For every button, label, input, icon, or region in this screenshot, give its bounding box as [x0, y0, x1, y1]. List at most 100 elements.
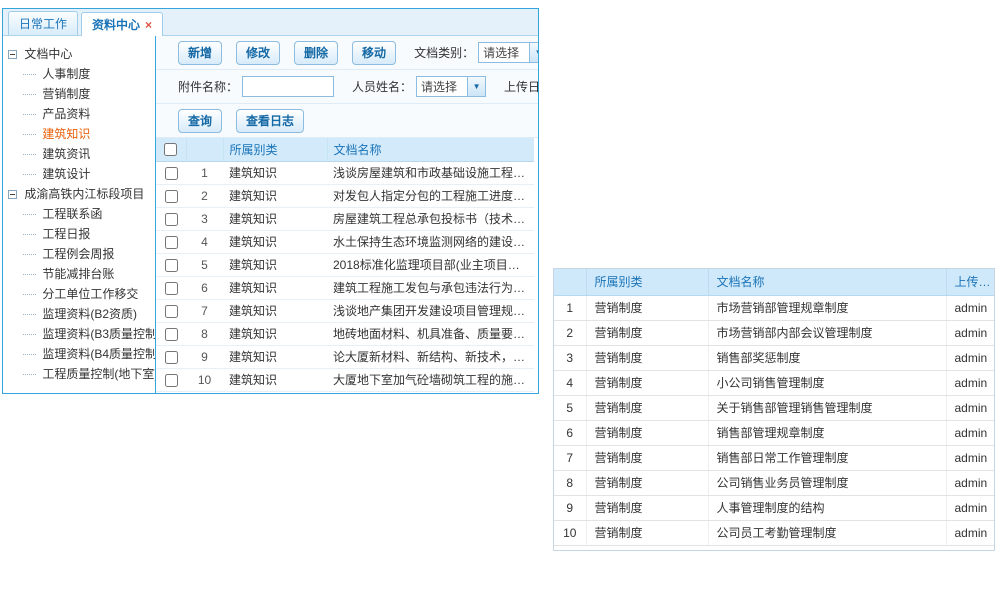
- delete-button[interactable]: 删除: [294, 41, 338, 65]
- row-number: 8: [186, 322, 223, 345]
- tab-daily-work[interactable]: 日常工作: [8, 11, 78, 35]
- table-row[interactable]: 2 营销制度 市场营销部内部会议管理制度 admin: [554, 320, 995, 345]
- table-row[interactable]: 9 营销制度 人事管理制度的结构 admin: [554, 495, 995, 520]
- tree-item[interactable]: 监理资料(B4质量控制): [23, 344, 153, 364]
- row-uploader: admin: [946, 470, 995, 495]
- doc-category-select[interactable]: 请选择 ▼: [478, 42, 539, 63]
- doc-name-header: 文档名称: [327, 138, 534, 161]
- tree-item[interactable]: 建筑资讯: [23, 144, 153, 164]
- table-row[interactable]: 6 营销制度 销售部管理规章制度 admin: [554, 420, 995, 445]
- tree-item[interactable]: 建筑设计: [23, 164, 153, 184]
- table-row[interactable]: 7 建筑知识 浅谈地产集团开发建设项目管理规划编制要点: [156, 299, 534, 322]
- table-row[interactable]: 4 建筑知识 水土保持生态环境监测网络的建设与资料管理: [156, 230, 534, 253]
- row-checkbox[interactable]: [165, 167, 178, 180]
- select-value: 请选择: [417, 78, 467, 95]
- table-row[interactable]: 10 营销制度 公司员工考勤管理制度 admin: [554, 520, 995, 545]
- tab-data-center[interactable]: 资料中心 ×: [81, 12, 163, 36]
- tree-item[interactable]: 成渝高铁内江标段项目: [8, 184, 153, 204]
- row-uploader: admin: [946, 445, 995, 470]
- row-doc-name: 浅谈地产集团开发建设项目管理规划编制要点: [327, 299, 534, 322]
- row-doc-name: 关于销售部管理销售管理制度: [708, 395, 946, 420]
- tree-connector-icon: [23, 214, 36, 215]
- table-row[interactable]: 10 建筑知识 大厦地下室加气砼墙砌筑工程的施工方案设计: [156, 368, 534, 391]
- tree-connector-icon: [23, 274, 36, 275]
- category-header: 所属别类: [586, 269, 708, 295]
- table-row[interactable]: 5 营销制度 关于销售部管理销售管理制度 admin: [554, 395, 995, 420]
- row-category: 营销制度: [586, 520, 708, 545]
- move-button[interactable]: 移动: [352, 41, 396, 65]
- table-row[interactable]: 7 营销制度 销售部日常工作管理制度 admin: [554, 445, 995, 470]
- row-number: 9: [186, 345, 223, 368]
- tree-item[interactable]: 监理资料(B2资质): [23, 304, 153, 324]
- row-category: 建筑知识: [223, 276, 327, 299]
- row-checkbox[interactable]: [165, 305, 178, 318]
- row-uploader: admin: [946, 320, 995, 345]
- row-checkbox[interactable]: [165, 190, 178, 203]
- tree-item-label: 建筑知识: [42, 127, 90, 141]
- row-checkbox[interactable]: [165, 259, 178, 272]
- row-uploader: admin: [946, 520, 995, 545]
- tree-connector-icon: [23, 174, 36, 175]
- tree-item[interactable]: 分工单位工作移交: [23, 284, 153, 304]
- select-all-checkbox[interactable]: [164, 143, 177, 156]
- collapse-icon[interactable]: [8, 190, 17, 199]
- table-row[interactable]: 8 建筑知识 地砖地面材料、机具准备、质量要求及做法: [156, 322, 534, 345]
- table-row[interactable]: 5 建筑知识 2018标准化监理项目部(业主项目部)人员配置: [156, 253, 534, 276]
- category-header: 所属别类: [223, 138, 327, 161]
- document-table: 所属别类 文档名称 1 建筑知识 浅谈房屋建筑和市政基础设施工程施工管理: [156, 138, 534, 392]
- tree-item[interactable]: 节能减排台账: [23, 264, 153, 284]
- tree-item[interactable]: 产品资料: [23, 104, 153, 124]
- attachment-name-input[interactable]: [242, 76, 334, 97]
- table-row[interactable]: 4 营销制度 小公司销售管理制度 admin: [554, 370, 995, 395]
- row-category: 营销制度: [586, 420, 708, 445]
- row-checkbox-cell: [156, 207, 186, 230]
- table-row[interactable]: 1 建筑知识 浅谈房屋建筑和市政基础设施工程施工管理: [156, 161, 534, 184]
- row-number: 5: [554, 395, 586, 420]
- tree-item[interactable]: 营销制度: [23, 84, 153, 104]
- row-number-header: [186, 138, 223, 161]
- table-row[interactable]: 1 营销制度 市场营销部管理规章制度 admin: [554, 295, 995, 320]
- tree-item[interactable]: 工程质量控制(地下室): [23, 364, 153, 384]
- row-number: 8: [554, 470, 586, 495]
- row-doc-name: 公司员工考勤管理制度: [708, 520, 946, 545]
- row-number: 3: [186, 207, 223, 230]
- panel-body: 文档中心 人事制度 营销制度 产品资料: [3, 36, 538, 393]
- table-row[interactable]: 3 建筑知识 房屋建筑工程总承包投标书（技术标）文件: [156, 207, 534, 230]
- tree-item[interactable]: 人事制度: [23, 64, 153, 84]
- row-checkbox[interactable]: [165, 236, 178, 249]
- table-row[interactable]: 2 建筑知识 对发包人指定分包的工程施工进度安排问题: [156, 184, 534, 207]
- table-row[interactable]: 6 建筑知识 建筑工程施工发包与承包违法行为认定办法: [156, 276, 534, 299]
- edit-button[interactable]: 修改: [236, 41, 280, 65]
- table-row[interactable]: 8 营销制度 公司销售业务员管理制度 admin: [554, 470, 995, 495]
- row-category: 营销制度: [586, 395, 708, 420]
- chevron-down-icon: ▼: [529, 43, 539, 62]
- row-checkbox[interactable]: [165, 351, 178, 364]
- tree-connector-icon: [23, 314, 36, 315]
- row-checkbox[interactable]: [165, 282, 178, 295]
- table-row[interactable]: 9 建筑知识 论大厦新材料、新结构、新技术，新工艺应用: [156, 345, 534, 368]
- tree-item[interactable]: 建筑知识: [23, 124, 153, 144]
- tree-item[interactable]: 工程日报: [23, 224, 153, 244]
- tree-item[interactable]: 文档中心: [8, 44, 153, 64]
- tree-item[interactable]: 工程联系函: [23, 204, 153, 224]
- row-checkbox-cell: [156, 368, 186, 391]
- row-number: 7: [554, 445, 586, 470]
- tree-item-label: 文档中心: [24, 47, 72, 61]
- table-row[interactable]: 3 营销制度 销售部奖惩制度 admin: [554, 345, 995, 370]
- row-checkbox[interactable]: [165, 328, 178, 341]
- row-checkbox[interactable]: [165, 213, 178, 226]
- row-doc-name: 论大厦新材料、新结构、新技术，新工艺应用: [327, 345, 534, 368]
- row-doc-name: 大厦地下室加气砼墙砌筑工程的施工方案设计: [327, 368, 534, 391]
- collapse-icon[interactable]: [8, 50, 17, 59]
- row-doc-name: 浅谈房屋建筑和市政基础设施工程施工管理: [327, 161, 534, 184]
- tree-item[interactable]: 监理资料(B3质量控制): [23, 324, 153, 344]
- row-doc-name: 销售部管理规章制度: [708, 420, 946, 445]
- close-icon[interactable]: ×: [145, 18, 152, 32]
- person-name-select[interactable]: 请选择 ▼: [416, 76, 486, 97]
- query-button[interactable]: 查询: [178, 109, 222, 133]
- view-log-button[interactable]: 查看日志: [236, 109, 304, 133]
- add-button[interactable]: 新增: [178, 41, 222, 65]
- row-doc-name: 公司销售业务员管理制度: [708, 470, 946, 495]
- tree-item[interactable]: 工程例会周报: [23, 244, 153, 264]
- row-checkbox[interactable]: [165, 374, 178, 387]
